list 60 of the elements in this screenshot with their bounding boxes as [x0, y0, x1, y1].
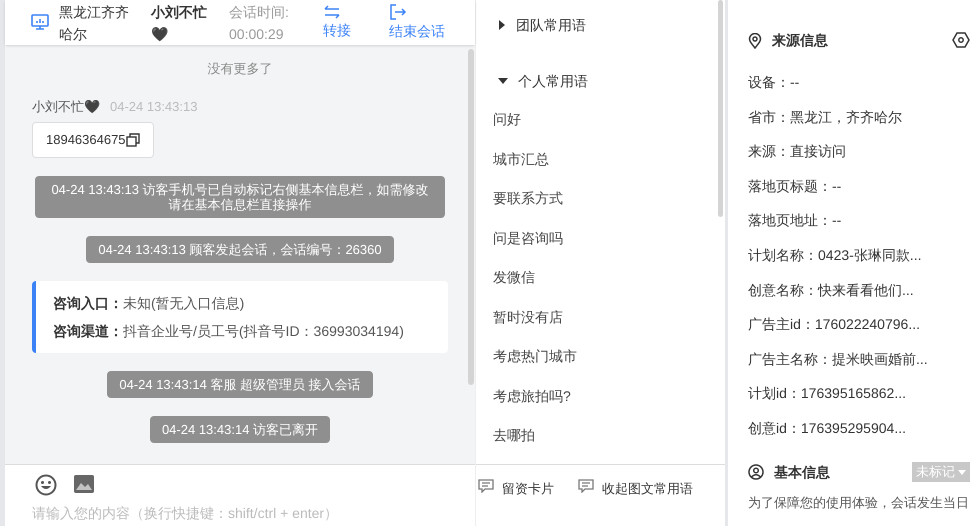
- phrase-item[interactable]: 暂时没有店: [493, 298, 725, 337]
- info-field: 广告主id：176022240796...: [748, 307, 970, 342]
- emoji-icon[interactable]: [35, 474, 57, 496]
- info-field: 计划id：176395165862...: [748, 376, 970, 411]
- info-field: 落地页标题：--: [748, 168, 970, 204]
- phrase-item[interactable]: 考虑旅拍吗?: [493, 376, 725, 416]
- user-icon: [748, 464, 764, 480]
- phrase-toolbar-button[interactable]: 收起图文常用语: [578, 479, 693, 499]
- phrase-item[interactable]: 城市汇总: [493, 140, 725, 179]
- info-line: 咨询入口：未知(暂无入口信息): [53, 294, 246, 313]
- scrollbar[interactable]: [468, 49, 474, 385]
- section-title: 来源信息: [772, 31, 828, 50]
- phrase-item[interactable]: 去哪拍: [493, 416, 725, 456]
- phrase-item[interactable]: 问是咨询吗: [493, 218, 725, 258]
- system-notice: 04-24 13:43:14 访客已离开: [150, 416, 330, 443]
- exit-icon: [389, 4, 407, 20]
- system-notice: 04-24 13:43:13 访客手机号已自动标记右侧基本信息栏，如需修改请在基本信息栏直接操作: [35, 176, 445, 218]
- end-session-button[interactable]: 结束会话: [389, 4, 445, 42]
- system-notice: 04-24 13:43:14 客服 超级管理员 接入会话: [107, 371, 373, 398]
- message-input-field[interactable]: 请输入您的内容（换行快捷键：shift/ctrl + enter）: [32, 503, 452, 524]
- session-time-label: 会话时间:: [229, 2, 290, 22]
- info-field: 计划名称：0423-张琳同款...: [748, 238, 970, 273]
- caret-down-icon: [498, 77, 508, 85]
- swap-arrows-icon: [323, 4, 341, 18]
- notice-text: 为了保障您的使用体验，会话发生当日: [748, 494, 970, 512]
- caret-down-icon: [958, 470, 966, 475]
- message-icon: [578, 479, 594, 493]
- no-more-text: 没有更多了: [208, 60, 272, 78]
- sender-name: 小刘不忙🖤: [32, 98, 100, 116]
- copy-icon[interactable]: [126, 133, 140, 147]
- info-field: 来源：直接访问: [748, 134, 970, 169]
- info-line: 咨询渠道：抖音企业号/员工号(抖音号ID：36993034194): [53, 322, 405, 341]
- section-title: 基本信息: [774, 462, 830, 482]
- info-field: 省市：黑龙江，齐齐哈尔: [748, 100, 970, 134]
- message-text: 18946364675: [46, 131, 126, 150]
- phrase-item[interactable]: 要联系方式: [493, 179, 725, 218]
- visitor-name: 小刘不忙🖤: [151, 2, 208, 44]
- phrase-group-toggle[interactable]: 团队常用语: [493, 14, 586, 36]
- phrase-item[interactable]: 问好: [493, 100, 725, 140]
- message-icon: [478, 479, 494, 493]
- settings-icon[interactable]: [952, 32, 970, 48]
- info-field: 创意id：176395295904...: [748, 410, 970, 446]
- phrase-item[interactable]: 考虑热门城市: [493, 337, 725, 376]
- system-notice: 04-24 13:43:13 顾客发起会话，会话编号：26360: [86, 236, 394, 263]
- session-time-value: 00:00:29: [229, 24, 284, 44]
- image-icon[interactable]: [73, 474, 95, 494]
- phrase-group-toggle[interactable]: 个人常用语: [493, 70, 588, 92]
- monitor-icon: [31, 14, 49, 31]
- caret-right-icon: [498, 20, 506, 30]
- info-field: 创意名称：快来看看他们...: [748, 272, 970, 308]
- visitor-location: 黑龙江齐齐哈尔: [59, 2, 130, 44]
- location-pin-icon: [748, 32, 762, 48]
- phrase-item[interactable]: 发微信: [493, 258, 725, 298]
- phrase-toolbar-button[interactable]: 留资卡片: [478, 479, 554, 499]
- transfer-button[interactable]: 转接: [323, 4, 351, 40]
- info-field: 设备：--: [748, 65, 970, 100]
- message-time: 04-24 13:43:13: [110, 98, 198, 116]
- info-field: 落地页地址：--: [748, 203, 970, 238]
- info-field: 广告主名称：提米映画婚前...: [748, 342, 970, 376]
- scrollbar[interactable]: [718, 0, 723, 217]
